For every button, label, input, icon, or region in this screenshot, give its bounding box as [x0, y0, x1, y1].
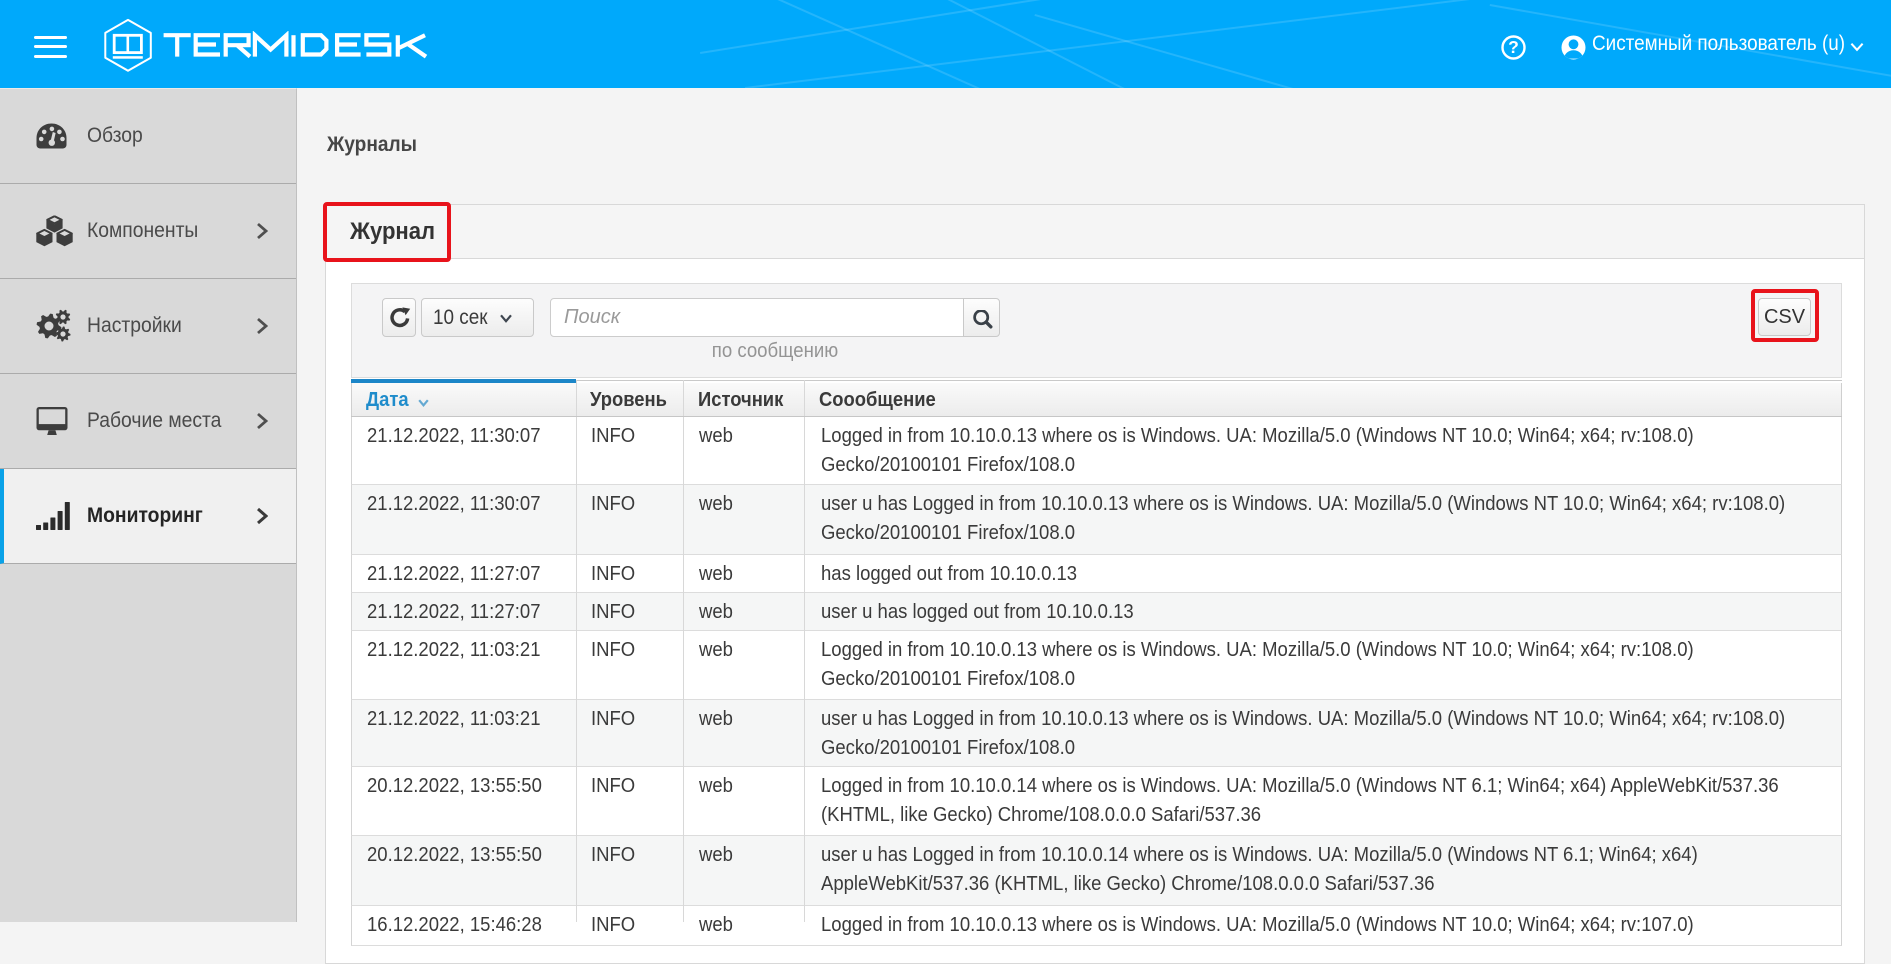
svg-text:?: ? [1508, 37, 1519, 57]
